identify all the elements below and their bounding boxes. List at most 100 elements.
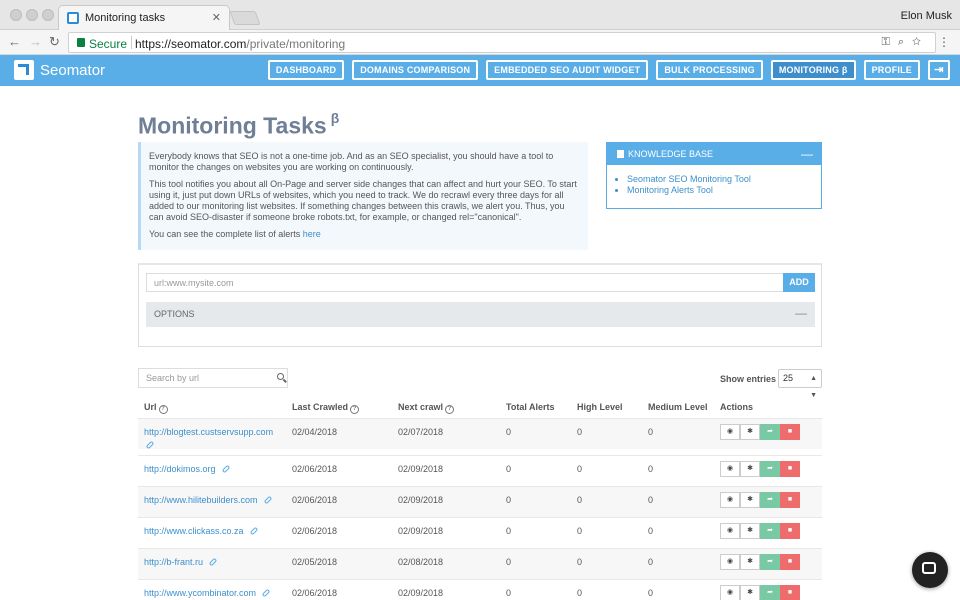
help-icon[interactable]: ? [350,405,360,414]
chat-icon[interactable] [912,552,948,588]
browser-user[interactable]: Elon Musk [901,10,952,22]
nav-monitoring[interactable]: MONITORING β [770,60,856,80]
external-link-icon[interactable] [208,557,218,567]
column-header-total-alerts[interactable]: Total Alerts [506,402,555,412]
minimize-window-icon[interactable] [26,9,38,21]
share-icon[interactable]: ➦ [760,585,780,600]
logout-icon[interactable]: ⇥ [928,60,950,80]
external-link-icon[interactable] [263,495,272,505]
row-url-link[interactable]: http://dokimos.org [144,464,230,474]
nav-dashboard[interactable]: DASHBOARD [267,60,345,80]
browser-menu-icon[interactable]: ⋮ [938,35,950,49]
nav-embedded-seo-audit-widget[interactable]: EMBEDDED SEO AUDIT WIDGET [486,60,649,80]
row-url-link[interactable]: http://b-frant.ru [144,557,218,567]
column-header-medium-level[interactable]: Medium Level [648,402,708,412]
gear-icon[interactable]: ✱ [740,523,760,539]
maximize-window-icon[interactable] [42,9,54,21]
column-header-high-level[interactable]: High Level [577,402,623,412]
trash-icon[interactable]: ■ [780,492,800,508]
column-header-last-crawled[interactable]: Last Crawled? [292,402,360,414]
new-tab-button[interactable] [229,11,261,25]
nav-bulk-processing[interactable]: BULK PROCESSING [656,60,763,80]
options-toggle[interactable]: OPTIONS — [146,302,815,327]
tab-close-icon[interactable]: ✕ [212,11,221,24]
book-icon [617,150,624,158]
row-url-text[interactable]: http://blogtest.custservsupp.com [144,427,273,437]
row-last-crawled: 02/04/2018 [292,427,338,437]
share-icon[interactable]: ➦ [760,554,780,570]
logo-icon[interactable] [14,60,34,80]
logo-text[interactable]: Seomator [40,62,105,79]
trash-icon[interactable]: ■ [780,554,800,570]
back-icon[interactable]: ← [8,34,21,49]
eye-icon[interactable]: ◉ [720,461,740,477]
row-url-text[interactable]: http://www.ycombinator.com [144,588,256,598]
share-icon[interactable]: ➦ [760,523,780,539]
row-url-link[interactable]: http://www.ycombinator.com [144,588,271,598]
intro-paragraph-1: Everybody knows that SEO is not a one-ti… [149,151,554,172]
list-item: Seomator SEO Monitoring Tool [627,174,821,185]
address-bar[interactable]: Secure https://seomator.com/private/moni… [68,32,936,53]
help-icon[interactable]: ? [445,405,455,414]
help-icon[interactable]: ? [158,405,168,414]
trash-icon[interactable]: ■ [780,523,800,539]
gear-icon[interactable]: ✱ [740,461,760,477]
intro-paragraph-2: This tool notifies you about all On-Page… [149,179,577,222]
eye-icon[interactable]: ◉ [720,523,740,539]
key-icon[interactable]: ⚿ [881,36,897,48]
row-url-text[interactable]: http://dokimos.org [144,464,216,474]
url-input[interactable] [146,273,784,292]
kb-link-alerts-tool[interactable]: Monitoring Alerts Tool [627,185,713,195]
gear-icon[interactable]: ✱ [740,424,760,440]
row-url-link[interactable]: http://blogtest.custservsupp.com [144,427,273,450]
trash-icon[interactable]: ■ [780,424,800,440]
trash-icon[interactable]: ■ [780,585,800,600]
collapse-icon[interactable]: — [801,143,813,165]
nav-profile[interactable]: PROFILE [863,60,920,80]
eye-icon[interactable]: ◉ [720,554,740,570]
external-link-icon[interactable] [145,440,155,450]
kb-link-monitoring-tool[interactable]: Seomator SEO Monitoring Tool [627,174,751,184]
search-icon[interactable] [277,373,284,380]
eye-icon[interactable]: ◉ [720,424,740,440]
gear-icon[interactable]: ✱ [740,554,760,570]
browser-tab[interactable]: Monitoring tasks ✕ [58,5,230,30]
knowledge-base-header[interactable]: KNOWLEDGE BASE — [607,143,821,165]
forward-icon[interactable]: → [29,34,42,49]
eye-icon[interactable]: ◉ [720,492,740,508]
row-url-text[interactable]: http://b-frant.ru [144,557,203,567]
reload-icon[interactable]: ↻ [49,34,60,50]
external-link-icon[interactable] [249,526,258,536]
table-row: http://dokimos.org 02/06/2018 02/09/2018 0 0… [138,455,822,486]
share-icon[interactable]: ➦ [760,492,780,508]
row-high-level: 0 [577,557,583,567]
share-icon[interactable]: ➦ [760,461,780,477]
select-caret-icon: ▲ ▼ [810,375,817,399]
gear-icon[interactable]: ✱ [740,492,760,508]
alerts-text: You can see the complete list of alerts [149,229,301,239]
row-url-link[interactable]: http://www.hilitebuilders.com [144,495,272,505]
zoom-icon[interactable]: ⌕ [898,36,912,48]
entries-select[interactable]: 25 ▲ ▼ [778,369,822,399]
eye-icon[interactable]: ◉ [720,585,740,600]
row-last-crawled: 02/06/2018 [292,526,338,536]
trash-icon[interactable]: ■ [780,461,800,477]
column-header-url[interactable]: Url? [144,402,168,414]
share-icon[interactable]: ➦ [760,424,780,440]
close-window-icon[interactable] [10,9,22,21]
search-input[interactable] [138,368,288,388]
row-url-link[interactable]: http://www.clickass.co.za [144,526,258,536]
column-header-next-crawl[interactable]: Next crawl? [398,402,455,414]
nav-domains-comparison[interactable]: DOMAINS COMPARISON [352,60,479,80]
gear-icon[interactable]: ✱ [740,585,760,600]
row-next-crawl: 02/09/2018 [398,526,444,536]
alerts-list-link[interactable]: here [303,229,321,239]
collapse-icon[interactable]: — [795,301,807,326]
external-link-icon[interactable] [221,464,230,474]
external-link-icon[interactable] [261,588,271,598]
add-button[interactable]: ADD [783,273,815,292]
row-medium-level: 0 [648,495,654,505]
row-url-text[interactable]: http://www.clickass.co.za [144,526,244,536]
bookmark-star-icon[interactable]: ☆ [912,36,929,48]
row-url-text[interactable]: http://www.hilitebuilders.com [144,495,258,505]
